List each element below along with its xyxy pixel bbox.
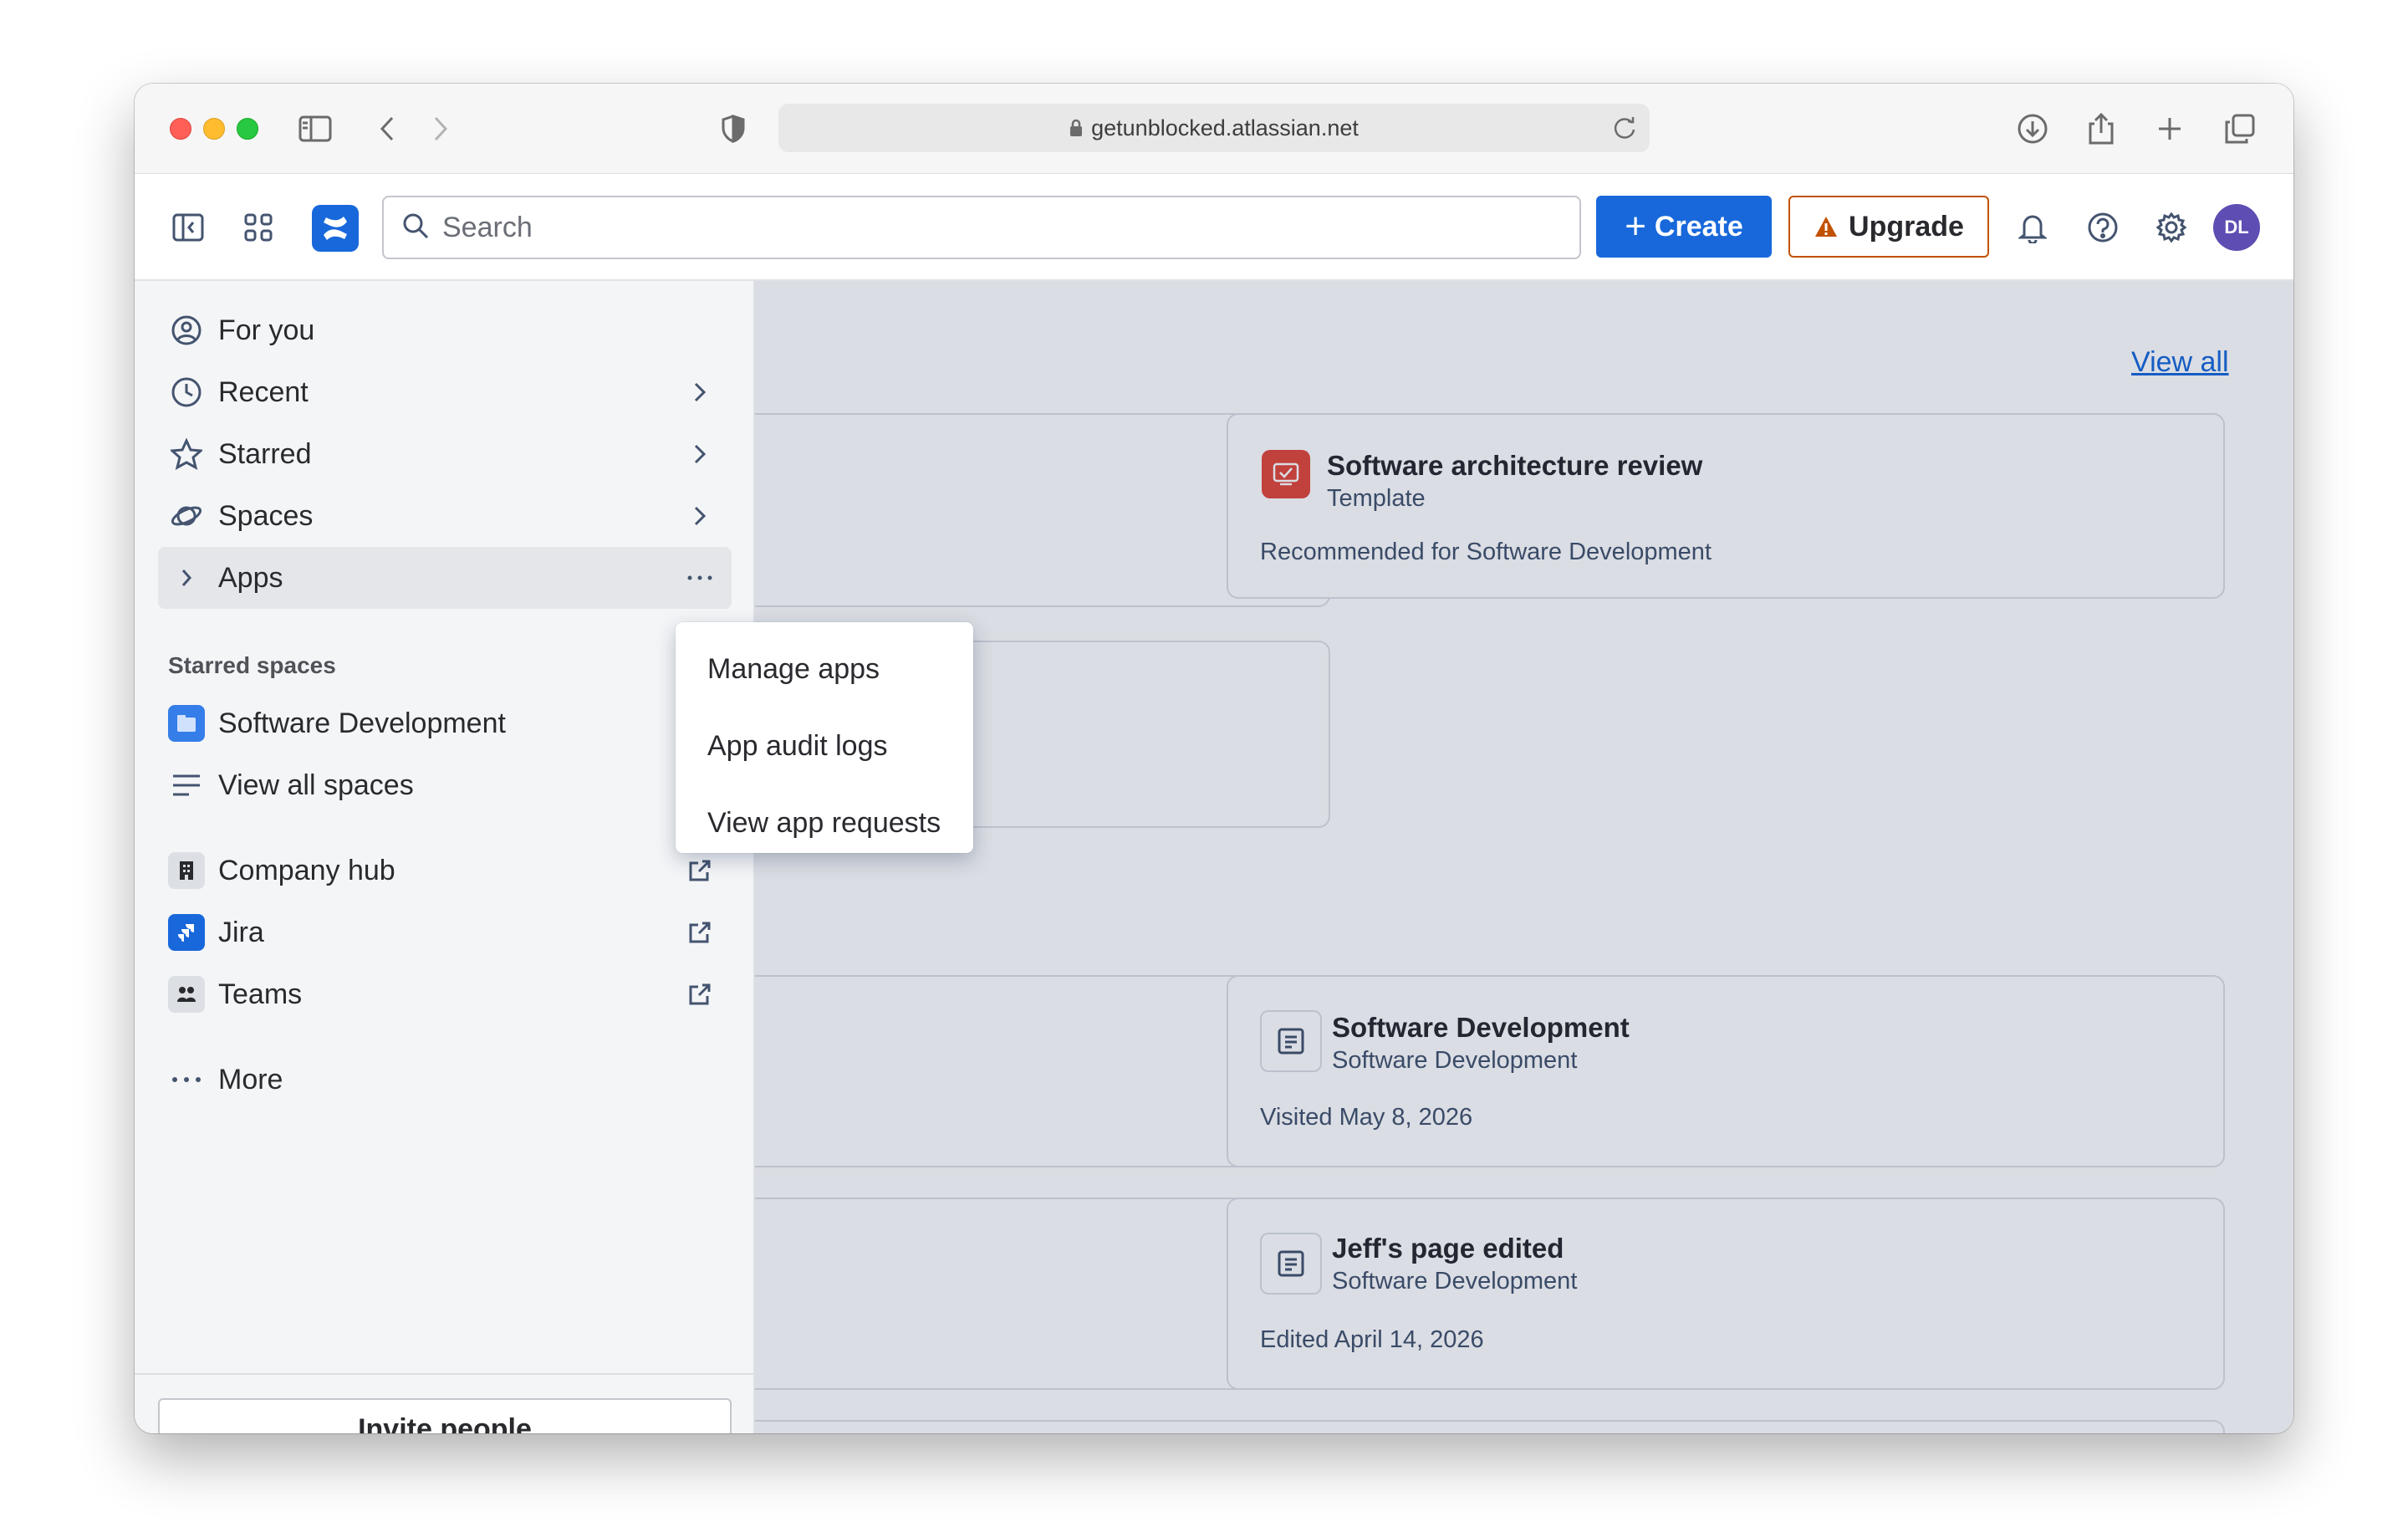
sidebar-item-for-you[interactable]: For you [158, 299, 732, 361]
warning-icon [1815, 217, 1838, 237]
address-bar[interactable]: getunblocked.atlassian.net [778, 104, 1650, 152]
sidebar-item-recent[interactable]: Recent [158, 361, 732, 423]
external-link-icon[interactable] [681, 976, 718, 1013]
confluence-logo-icon[interactable] [312, 205, 359, 252]
search-field[interactable] [382, 196, 1581, 259]
share-icon[interactable] [2081, 109, 2121, 149]
chevron-right-icon[interactable] [681, 374, 718, 411]
chevron-right-icon[interactable] [168, 559, 205, 596]
sidebar-divider [135, 1373, 753, 1375]
search-icon [402, 212, 429, 243]
sidebar-item-jira[interactable]: Jira [158, 901, 732, 963]
sidebar-item-label: More [218, 1063, 283, 1096]
more-dots-icon [168, 1061, 205, 1098]
sidebar-item-label: Starred [218, 437, 312, 470]
list-icon [168, 767, 205, 804]
sidebar-item-label: Apps [218, 561, 283, 594]
sidebar-item-apps[interactable]: Apps [158, 547, 732, 609]
sidebar-toggle-icon[interactable] [295, 109, 335, 149]
sidebar: For you Recent Starred Spaces Apps Starr… [135, 281, 755, 1433]
menu-item-view-app-requests[interactable]: View app requests [676, 784, 973, 861]
space-icon [168, 705, 205, 742]
upgrade-button-label: Upgrade [1849, 210, 1964, 243]
apps-dropdown-menu: Manage apps App audit logs View app requ… [676, 622, 973, 853]
upgrade-button[interactable]: Upgrade [1788, 196, 1989, 258]
lock-icon [1069, 119, 1083, 137]
app-header: + Create Upgrade DL [135, 174, 2293, 281]
menu-item-manage-apps[interactable]: Manage apps [676, 631, 973, 707]
sidebar-item-software-development[interactable]: Software Development [158, 692, 732, 754]
user-avatar[interactable]: DL [2213, 204, 2260, 251]
plus-icon: + [1625, 206, 1646, 247]
star-icon [168, 436, 205, 472]
reload-icon[interactable] [1610, 111, 1640, 151]
sidebar-item-label: Recent [218, 375, 309, 408]
close-window-button[interactable] [170, 118, 191, 140]
back-icon[interactable] [367, 109, 407, 149]
forward-icon[interactable] [421, 109, 461, 149]
planet-icon [168, 498, 205, 534]
minimize-window-button[interactable] [203, 118, 225, 140]
building-icon [168, 852, 205, 889]
invite-people-button[interactable]: Invite people [158, 1398, 732, 1433]
sidebar-item-label: Spaces [218, 499, 314, 532]
sidebar-item-spaces[interactable]: Spaces [158, 485, 732, 547]
teams-icon [168, 976, 205, 1013]
url-text: getunblocked.atlassian.net [1091, 115, 1359, 140]
browser-toolbar: getunblocked.atlassian.net [135, 84, 2293, 174]
sidebar-item-label: Jira [218, 916, 264, 948]
sidebar-item-starred[interactable]: Starred [158, 423, 732, 485]
downloads-icon[interactable] [2013, 109, 2053, 149]
sidebar-item-label: View all spaces [218, 769, 414, 801]
collapse-sidebar-icon[interactable] [166, 206, 210, 249]
create-button[interactable]: + Create [1596, 196, 1772, 258]
settings-gear-icon[interactable] [2150, 206, 2193, 249]
menu-item-app-audit-logs[interactable]: App audit logs [676, 707, 973, 784]
sidebar-item-label: Teams [218, 978, 303, 1010]
sidebar-item-label: Company hub [218, 854, 395, 886]
new-tab-icon[interactable] [2150, 109, 2190, 149]
search-input[interactable] [442, 211, 1529, 244]
chevron-right-icon[interactable] [681, 498, 718, 534]
starred-spaces-heading: Starred spaces [168, 652, 336, 678]
browser-window: getunblocked.atlassian.net Search + Crea… [135, 84, 2293, 1433]
chevron-right-icon[interactable] [681, 436, 718, 472]
sidebar-item-view-all-spaces[interactable]: View all spaces [158, 754, 732, 816]
sidebar-item-label: Software Development [218, 707, 506, 739]
create-button-label: Create [1654, 210, 1743, 243]
app-switcher-icon[interactable] [237, 206, 280, 249]
sidebar-item-label: For you [218, 314, 315, 346]
person-circle-icon [168, 312, 205, 349]
more-actions-icon[interactable] [681, 559, 718, 596]
jira-icon [168, 914, 205, 951]
tab-overview-icon[interactable] [2220, 109, 2260, 149]
external-link-icon[interactable] [681, 914, 718, 951]
privacy-shield-icon[interactable] [713, 109, 753, 149]
zoom-window-button[interactable] [237, 118, 258, 140]
sidebar-item-company-hub[interactable]: Company hub [158, 840, 732, 901]
notifications-bell-icon[interactable] [2011, 206, 2054, 249]
sidebar-item-more[interactable]: More [158, 1049, 732, 1111]
help-icon[interactable] [2081, 206, 2125, 249]
sidebar-item-teams[interactable]: Teams [158, 963, 732, 1025]
clock-icon [168, 374, 205, 411]
